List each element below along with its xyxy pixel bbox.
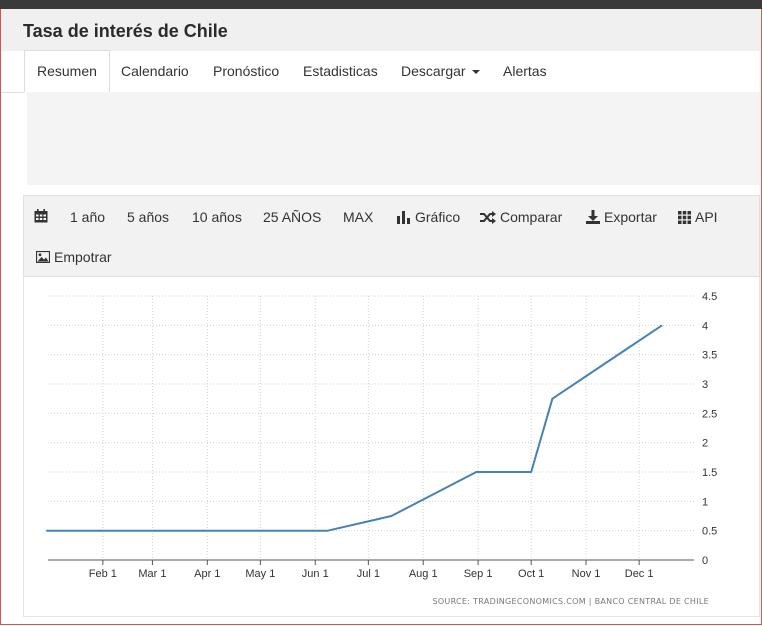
x-tick-label: Feb 1 bbox=[89, 568, 117, 580]
y-tick-label: 3.5 bbox=[702, 350, 717, 362]
caret-down-icon bbox=[471, 70, 480, 75]
line-chart: 0 0.5 1 1.5 2 2.5 3 3.5 4 4.5 Feb 1 Mar 1 Apr 1 May 1… bbox=[46, 291, 717, 580]
tab-pronostico[interactable]: Pronóstico bbox=[213, 51, 279, 92]
x-tick-label: Dec 1 bbox=[625, 568, 654, 580]
range-5-years[interactable]: 5 años bbox=[127, 209, 169, 225]
tab-label: Alertas bbox=[503, 63, 547, 79]
comparar-button[interactable]: Comparar bbox=[480, 209, 562, 225]
x-tick-label: Apr 1 bbox=[194, 568, 220, 580]
api-label: API bbox=[695, 209, 718, 225]
x-tick-label: Aug 1 bbox=[409, 568, 438, 580]
tab-label: Calendario bbox=[121, 63, 189, 79]
y-tick-label: 4.5 bbox=[702, 291, 717, 303]
calendar-icon[interactable] bbox=[34, 209, 48, 223]
empotrar-button[interactable]: Empotrar bbox=[36, 249, 112, 265]
y-tick-label: 2.5 bbox=[702, 408, 717, 420]
range-1-year[interactable]: 1 año bbox=[70, 209, 105, 225]
bar-chart-icon bbox=[397, 210, 410, 224]
tab-bar: Resumen Calendario Pronóstico Estadistic… bbox=[1, 50, 760, 93]
exportar-button[interactable]: Exportar bbox=[586, 209, 657, 225]
chart-container: 0 0.5 1 1.5 2 2.5 3 3.5 4 4.5 Feb 1 Mar 1 Apr 1 May 1… bbox=[23, 277, 760, 617]
tab-label: Descargar bbox=[401, 63, 466, 79]
tab-label: Pronóstico bbox=[213, 63, 280, 79]
x-tick-label: Nov 1 bbox=[572, 568, 601, 580]
shuffle-icon bbox=[480, 210, 496, 224]
series-line bbox=[46, 324, 663, 532]
x-tick-label: Jul 1 bbox=[357, 568, 380, 580]
range-25-years[interactable]: 25 AÑOS bbox=[263, 209, 321, 225]
tab-resumen[interactable]: Resumen bbox=[24, 50, 110, 93]
grafico-label: Gráfico bbox=[415, 209, 461, 225]
x-tick-label: Oct 1 bbox=[518, 568, 544, 580]
exportar-label: Exportar bbox=[604, 209, 657, 225]
ad-placeholder bbox=[27, 92, 760, 185]
chart-source: SOURCE: TRADINGECONOMICS.COM | BANCO CEN… bbox=[432, 597, 709, 606]
y-tick-label: 0 bbox=[702, 555, 708, 567]
y-tick-label: 1 bbox=[702, 496, 708, 508]
range-max[interactable]: MAX bbox=[343, 209, 373, 225]
x-tick-label: Sep 1 bbox=[464, 568, 493, 580]
comparar-label: Comparar bbox=[500, 209, 563, 225]
download-icon bbox=[586, 210, 600, 224]
image-icon bbox=[36, 251, 50, 263]
tab-alertas[interactable]: Alertas bbox=[503, 51, 547, 92]
x-tick-label: May 1 bbox=[245, 568, 275, 580]
y-tick-label: 3 bbox=[702, 379, 708, 391]
tab-estadisticas[interactable]: Estadisticas bbox=[303, 51, 378, 92]
tab-descargar[interactable]: Descargar bbox=[401, 51, 480, 92]
x-tick-label: Mar 1 bbox=[138, 568, 166, 580]
api-button[interactable]: API bbox=[678, 209, 718, 225]
y-tick-label: 0.5 bbox=[702, 526, 717, 538]
empotrar-label: Empotrar bbox=[54, 249, 112, 265]
y-tick-label: 2 bbox=[702, 438, 708, 450]
tab-label: Resumen bbox=[37, 63, 97, 79]
y-tick-label: 1.5 bbox=[702, 467, 717, 479]
grafico-button[interactable]: Gráfico bbox=[397, 209, 460, 225]
range-10-years[interactable]: 10 años bbox=[192, 209, 242, 225]
chart-toolbar: 1 año 5 años 10 años 25 AÑOS MAX Gráfico… bbox=[23, 195, 760, 277]
top-strip bbox=[0, 0, 762, 9]
y-tick-label: 4 bbox=[702, 320, 708, 332]
x-tick-label: Jun 1 bbox=[302, 568, 329, 580]
page-title: Tasa de interés de Chile bbox=[23, 21, 228, 41]
tab-label: Estadisticas bbox=[303, 63, 378, 79]
title-bar: Tasa de interés de Chile bbox=[1, 9, 760, 52]
grid-icon bbox=[678, 210, 691, 224]
tab-calendario[interactable]: Calendario bbox=[121, 51, 189, 92]
